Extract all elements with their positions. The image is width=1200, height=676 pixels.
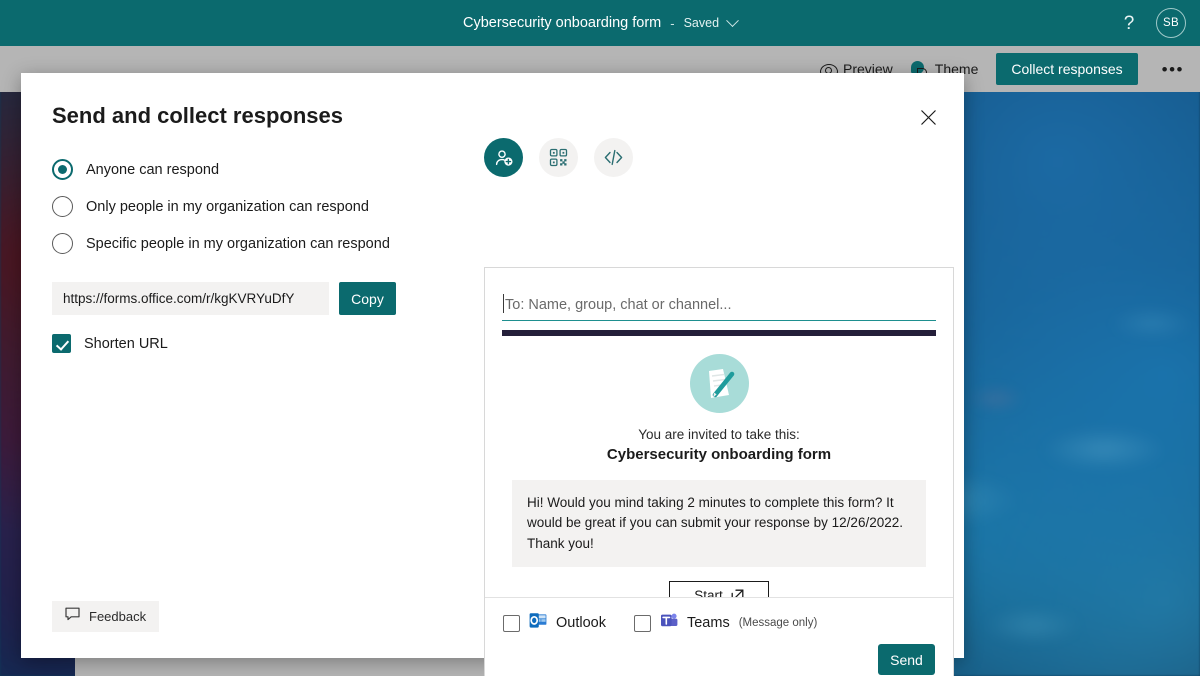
save-status: Saved — [683, 16, 720, 30]
share-link-row: Copy — [52, 282, 452, 315]
share-panel: You are invited to take this: Cybersecur… — [464, 138, 954, 676]
shorten-url-label: Shorten URL — [84, 335, 168, 352]
checkbox-indicator — [52, 334, 71, 353]
qr-code-icon — [549, 148, 568, 167]
title-bar-actions: ? SB — [1118, 0, 1186, 46]
radio-label: Specific people in my organization can r… — [86, 235, 390, 252]
share-mode-qr-code[interactable] — [539, 138, 578, 177]
recipient-row — [485, 268, 953, 336]
text-caret — [503, 294, 504, 313]
channel-options: Outlook Teams (Message only) — [485, 598, 953, 634]
embed-code-icon — [604, 149, 623, 166]
share-link-input[interactable] — [52, 282, 329, 315]
copy-link-button[interactable]: Copy — [339, 282, 396, 315]
channel-teams[interactable]: Teams (Message only) — [633, 612, 818, 634]
radio-specific-people[interactable]: Specific people in my organization can r… — [52, 233, 452, 254]
forms-app-window: Cybersecurity onboarding form - Saved ? … — [0, 0, 1200, 676]
avatar[interactable]: SB — [1156, 8, 1186, 38]
invite-card: You are invited to take this: Cybersecur… — [484, 267, 954, 676]
invite-form-title: Cybersecurity onboarding form — [606, 446, 832, 463]
radio-indicator — [52, 159, 73, 180]
checkbox-indicator — [503, 614, 520, 632]
title-center-group: Cybersecurity onboarding form - Saved — [462, 13, 739, 31]
chevron-down-icon[interactable] — [726, 13, 739, 27]
share-mode-tabs — [464, 138, 934, 177]
collect-responses-button[interactable]: Collect responses — [996, 53, 1138, 85]
feedback-label: Feedback — [89, 609, 147, 624]
shorten-url-checkbox[interactable]: Shorten URL — [52, 334, 452, 353]
close-icon[interactable] — [914, 103, 942, 131]
more-options-icon[interactable]: ••• — [1156, 61, 1190, 78]
title-separator: - — [670, 15, 675, 31]
outlook-icon — [529, 612, 547, 634]
speech-bubble-icon — [65, 607, 80, 626]
checkbox-indicator — [633, 614, 651, 632]
share-mode-invite-people[interactable] — [484, 138, 523, 177]
channel-label: Outlook — [556, 615, 606, 631]
teams-icon — [660, 612, 678, 634]
channel-label: Teams — [686, 615, 730, 631]
loading-progress-bar — [502, 330, 936, 336]
radio-label: Anyone can respond — [86, 161, 220, 178]
send-and-collect-dialog: Send and collect responses Anyone can re… — [21, 73, 964, 676]
radio-label: Only people in my organization can respo… — [86, 198, 369, 215]
invite-preview: You are invited to take this: Cybersecur… — [485, 336, 953, 611]
form-title: Cybersecurity onboarding form — [462, 15, 662, 31]
radio-org-only[interactable]: Only people in my organization can respo… — [52, 196, 452, 217]
invite-intro-text: You are invited to take this: — [638, 427, 800, 442]
dialog-title: Send and collect responses — [52, 103, 343, 128]
permissions-panel: Anyone can respond Only people in my org… — [52, 159, 452, 353]
channel-outlook[interactable]: Outlook — [503, 612, 606, 634]
invite-card-footer: Outlook Teams (Message only) Send — [485, 597, 953, 676]
radio-anyone-can-respond[interactable]: Anyone can respond — [52, 159, 452, 180]
title-bar: Cybersecurity onboarding form - Saved ? … — [0, 0, 1200, 46]
help-icon[interactable]: ? — [1118, 14, 1140, 33]
form-illustration-icon — [689, 354, 749, 413]
radio-indicator — [52, 196, 73, 217]
person-add-icon — [495, 149, 512, 166]
share-mode-embed-code[interactable] — [594, 138, 633, 177]
channel-note: (Message only) — [738, 617, 818, 629]
send-button[interactable]: Send — [878, 644, 935, 675]
invite-message-text: Hi! Would you mind taking 2 minutes to c… — [512, 480, 926, 567]
recipient-input[interactable] — [502, 297, 936, 321]
radio-indicator — [52, 233, 73, 254]
feedback-button[interactable]: Feedback — [52, 601, 160, 632]
